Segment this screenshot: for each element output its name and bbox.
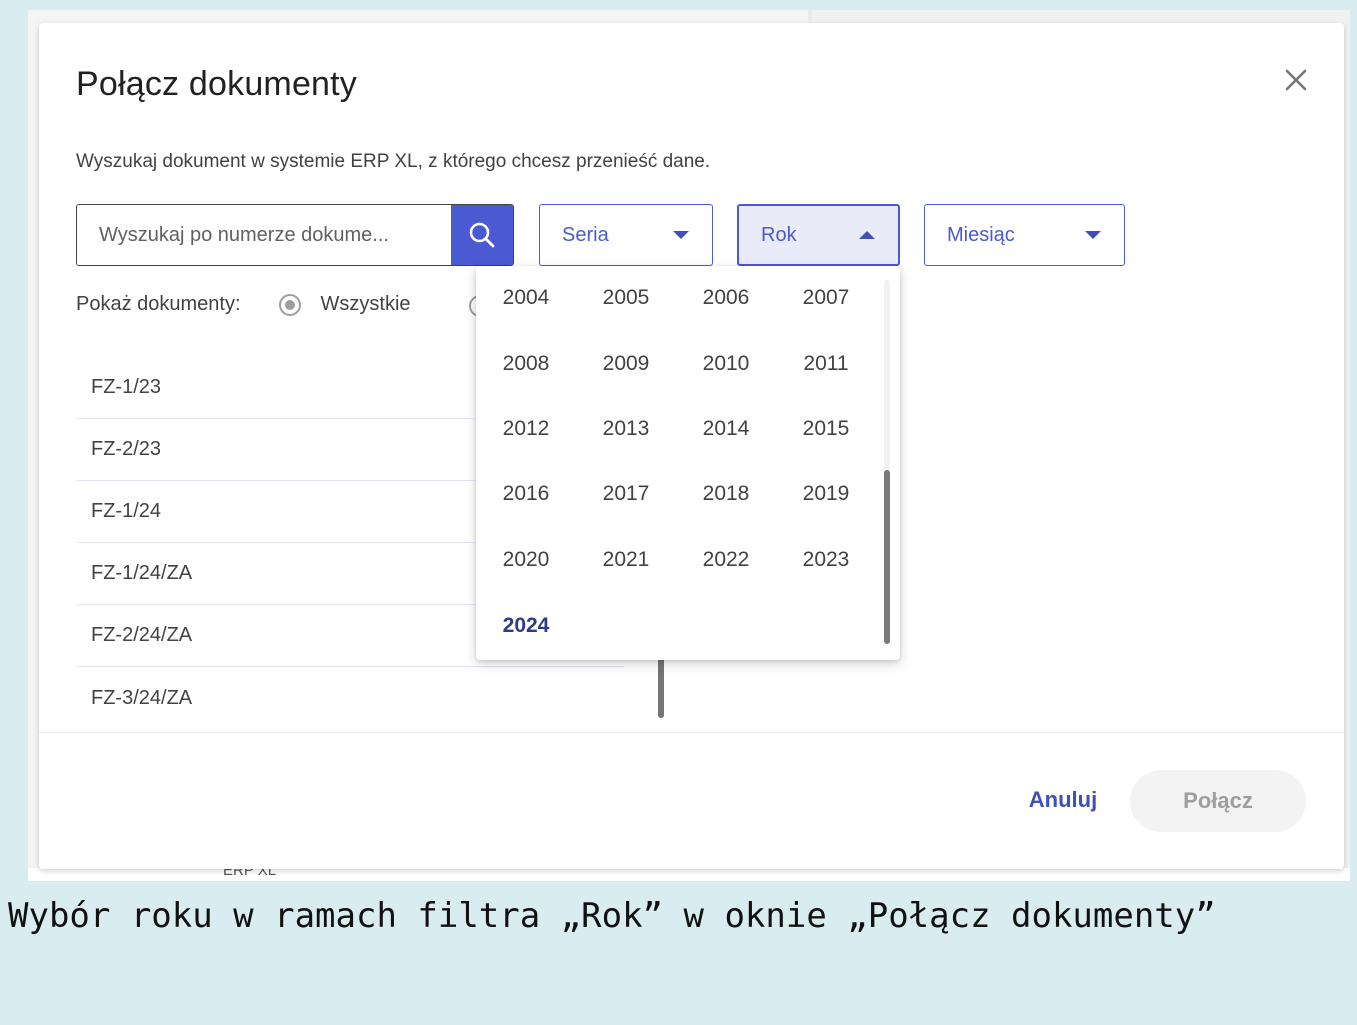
year-option[interactable]: 2009 [576, 344, 676, 384]
rok-filter-button[interactable]: Rok [737, 204, 900, 266]
year-option[interactable]: 2005 [576, 278, 676, 318]
year-option[interactable]: 2011 [776, 344, 876, 384]
list-item[interactable]: FZ-3/24/ZA [76, 667, 624, 729]
year-dropdown: 2004 2005 2006 2007 2008 2009 2010 2011 … [476, 266, 900, 660]
year-option[interactable]: 2022 [676, 540, 776, 580]
year-option[interactable]: 2023 [776, 540, 876, 580]
close-icon [1285, 69, 1307, 91]
radio-all-label: Wszystkie [320, 293, 411, 315]
connect-documents-dialog: Połącz dokumenty Wyszukaj dokument w sys… [39, 23, 1344, 869]
year-option[interactable]: 2021 [576, 540, 676, 580]
year-option[interactable]: 2019 [776, 474, 876, 514]
image-caption: Wybór roku w ramach filtra „Rok” w oknie… [8, 896, 1216, 936]
rok-filter-label: Rok [761, 223, 797, 246]
connect-button[interactable]: Połącz [1130, 770, 1306, 832]
year-option[interactable]: 2008 [476, 344, 576, 384]
year-option[interactable]: 2007 [776, 278, 876, 318]
year-option[interactable]: 2006 [676, 278, 776, 318]
search-input[interactable] [77, 205, 451, 265]
year-option-selected[interactable]: 2024 [476, 606, 576, 646]
year-option[interactable]: 2017 [576, 474, 676, 514]
show-documents-row: Pokaż dokumenty: Wszystkie [76, 293, 411, 316]
year-option[interactable]: 2013 [576, 409, 676, 449]
dialog-title: Połącz dokumenty [76, 65, 358, 103]
year-option[interactable]: 2018 [676, 474, 776, 514]
miesiac-filter-button[interactable]: Miesiąc [924, 204, 1125, 266]
seria-filter-label: Seria [562, 223, 609, 246]
year-scrollbar-thumb[interactable] [884, 470, 890, 644]
year-option[interactable]: 2010 [676, 344, 776, 384]
year-option[interactable]: 2015 [776, 409, 876, 449]
search-box [76, 204, 514, 266]
dialog-subtitle: Wyszukaj dokument w systemie ERP XL, z k… [76, 151, 711, 172]
show-documents-label: Pokaż dokumenty: [76, 293, 241, 315]
caret-down-icon [1085, 231, 1101, 239]
year-option[interactable]: 2020 [476, 540, 576, 580]
year-option[interactable]: 2004 [476, 278, 576, 318]
seria-filter-button[interactable]: Seria [539, 204, 713, 266]
search-button[interactable] [451, 205, 513, 265]
radio-all[interactable] [278, 293, 301, 316]
year-option[interactable]: 2012 [476, 409, 576, 449]
close-button[interactable] [1279, 63, 1313, 97]
year-option[interactable]: 2014 [676, 409, 776, 449]
search-icon [469, 222, 495, 248]
year-option[interactable]: 2016 [476, 474, 576, 514]
caret-down-icon [673, 231, 689, 239]
miesiac-filter-label: Miesiąc [947, 223, 1015, 246]
footer-divider [39, 732, 1344, 733]
caret-up-icon [859, 231, 875, 239]
cancel-button[interactable]: Anuluj [1011, 770, 1115, 830]
